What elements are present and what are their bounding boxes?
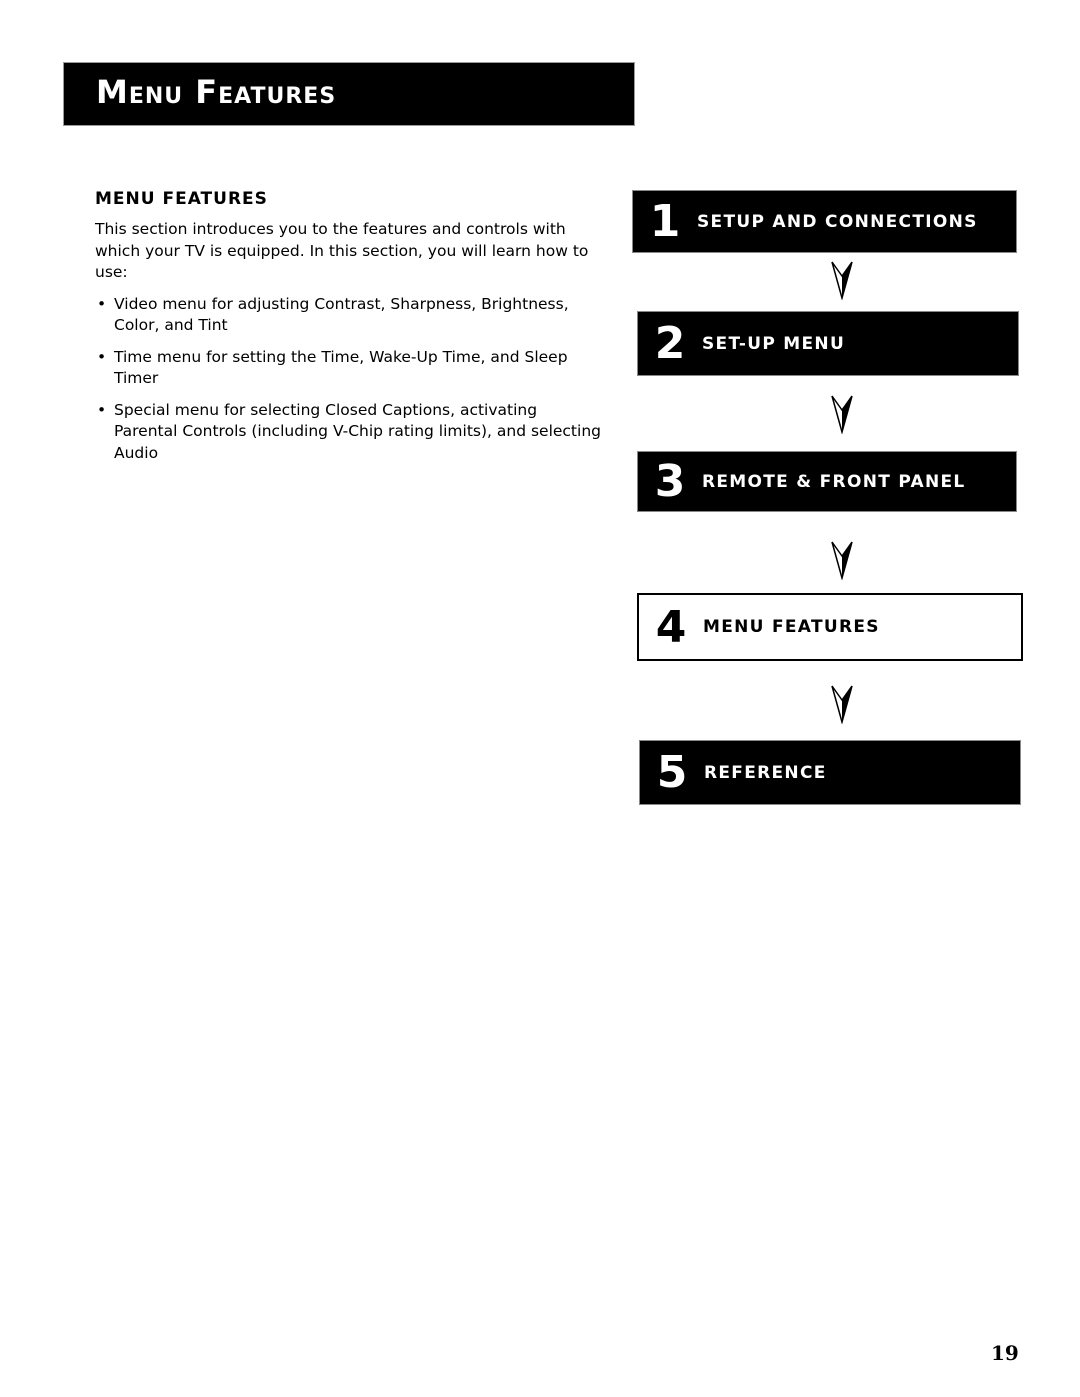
- list-item: • Video menu for adjusting Contrast, Sha…: [95, 294, 605, 337]
- bullet-icon: •: [97, 400, 107, 419]
- list-item-text: Video menu for adjusting Contrast, Sharp…: [114, 294, 569, 335]
- step-number: 1: [649, 196, 681, 247]
- section-content: Menu Features This section introduces yo…: [95, 189, 605, 474]
- step-label: Remote & Front Panel: [702, 471, 966, 492]
- page-header-banner: Menu Features: [63, 62, 635, 126]
- bullet-icon: •: [97, 294, 107, 313]
- step-label: Reference: [704, 762, 827, 783]
- list-item: • Special menu for selecting Closed Capt…: [95, 400, 605, 465]
- down-arrowhead-icon: [831, 261, 853, 300]
- flow-step-remote-and-front-panel: 3 Remote & Front Panel: [637, 451, 1017, 512]
- list-item-text: Special menu for selecting Closed Captio…: [114, 400, 601, 462]
- page-title: Menu Features: [96, 73, 337, 111]
- flow-step-menu-features-current: 4 Menu Features: [637, 593, 1023, 661]
- page-number: 19: [991, 1341, 1019, 1365]
- list-item-text: Time menu for setting the Time, Wake-Up …: [114, 347, 568, 388]
- step-number: 2: [654, 318, 686, 369]
- flow-step-set-up-menu: 2 Set-Up Menu: [637, 311, 1019, 376]
- step-label: Setup and Connections: [697, 211, 978, 232]
- down-arrowhead-icon: [831, 541, 853, 580]
- bullet-icon: •: [97, 347, 107, 366]
- down-arrowhead-icon: [831, 395, 853, 434]
- flow-step-reference: 5 Reference: [639, 740, 1021, 805]
- step-number: 3: [654, 456, 686, 507]
- section-heading: Menu Features: [95, 189, 268, 209]
- down-arrowhead-icon: [831, 685, 853, 724]
- step-label: Set-Up Menu: [702, 333, 846, 354]
- flow-step-setup-and-connections: 1 Setup and Connections: [632, 190, 1017, 253]
- feature-list: • Video menu for adjusting Contrast, Sha…: [95, 294, 605, 465]
- step-label: Menu Features: [703, 617, 880, 637]
- list-item: • Time menu for setting the Time, Wake-U…: [95, 347, 605, 390]
- step-number: 4: [655, 601, 687, 653]
- intro-paragraph: This section introduces you to the featu…: [95, 220, 589, 281]
- step-number: 5: [656, 747, 688, 798]
